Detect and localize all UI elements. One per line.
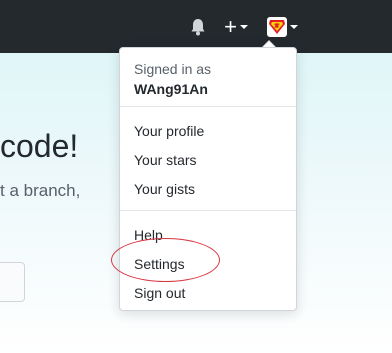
username: WAng91An (134, 81, 208, 97)
menu-item-your-gists[interactable]: Your gists (134, 181, 195, 197)
new-menu-toggle[interactable]: + (221, 15, 251, 39)
avatar-icon (266, 17, 287, 37)
hero-button[interactable] (0, 262, 25, 302)
menu-item-your-profile[interactable]: Your profile (134, 123, 204, 139)
menu-divider (120, 106, 296, 107)
menu-item-sign-out[interactable]: Sign out (134, 285, 185, 301)
caret-down-icon (289, 25, 298, 29)
menu-item-settings[interactable]: Settings (134, 256, 185, 272)
menu-divider (120, 210, 296, 211)
hero-heading: code! (0, 128, 79, 164)
bell-icon[interactable] (188, 17, 208, 37)
user-menu-toggle[interactable] (265, 16, 299, 38)
menu-item-your-stars[interactable]: Your stars (134, 152, 197, 168)
caret-down-icon (239, 25, 248, 29)
menu-item-help[interactable]: Help (134, 227, 163, 243)
user-dropdown-menu: Signed in as WAng91An Your profile Your … (119, 47, 297, 311)
dropdown-arrow-inner (263, 41, 275, 47)
signed-in-label: Signed in as (134, 61, 212, 77)
plus-icon: + (224, 14, 237, 39)
hero-text: t a branch, (0, 181, 81, 200)
